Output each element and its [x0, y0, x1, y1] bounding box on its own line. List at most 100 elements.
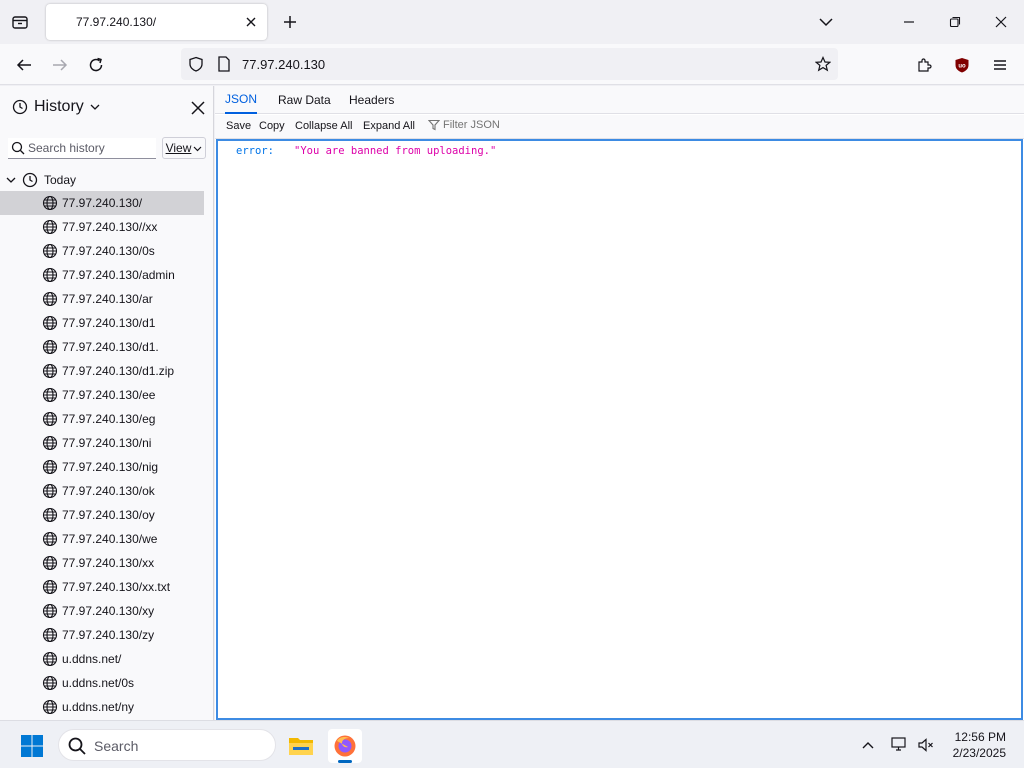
globe-icon: [42, 555, 58, 571]
globe-icon: [42, 651, 58, 667]
search-input[interactable]: [28, 140, 152, 156]
history-item[interactable]: u.ddns.net/: [0, 647, 204, 671]
filter-json[interactable]: [428, 119, 563, 131]
history-list: 77.97.240.130/77.97.240.130//xx 77.97.240…: [0, 191, 213, 719]
globe-icon: [42, 507, 58, 523]
globe-icon: [42, 411, 58, 427]
history-item[interactable]: 77.97.240.130/xx.txt: [0, 575, 204, 599]
save-button[interactable]: Save: [226, 120, 251, 132]
history-item[interactable]: 77.97.240.130/ee: [0, 383, 204, 407]
history-item[interactable]: 77.97.240.130/xx: [0, 551, 204, 575]
history-item[interactable]: 77.97.240.130/zy: [0, 623, 204, 647]
history-group-today[interactable]: Today: [6, 170, 76, 190]
tab-raw-data[interactable]: Raw Data: [278, 86, 331, 114]
history-item-label: 77.97.240.130/d1: [62, 316, 156, 330]
history-item[interactable]: 77.97.240.130/oy: [0, 503, 204, 527]
history-item-label: 77.97.240.130/eg: [62, 412, 156, 426]
json-toolbar: Save Copy Collapse All Expand All: [215, 115, 1024, 139]
url-text[interactable]: 77.97.240.130: [242, 57, 325, 72]
chevron-down-icon: [193, 146, 202, 151]
globe-icon: [42, 603, 58, 619]
windows-start-icon[interactable]: [20, 734, 44, 758]
tab-headers[interactable]: Headers: [349, 86, 394, 114]
history-item-label: 77.97.240.130/nig: [62, 460, 159, 474]
json-viewer: JSON Raw Data Headers Save Copy Collapse…: [215, 86, 1024, 720]
view-button[interactable]: View: [162, 137, 206, 159]
plus-icon[interactable]: [280, 12, 300, 32]
globe-icon: [42, 219, 58, 235]
history-item[interactable]: 77.97.240.130/nig: [0, 455, 204, 479]
firefox-icon[interactable]: [328, 729, 362, 763]
history-item[interactable]: 77.97.240.130/admin: [0, 263, 204, 287]
history-item-label: 77.97.240.130/oy: [62, 508, 155, 522]
star-icon[interactable]: [814, 55, 832, 73]
reload-icon[interactable]: [84, 53, 108, 77]
chevron-down-icon[interactable]: [816, 12, 836, 32]
collapse-all-button[interactable]: Collapse All: [295, 120, 352, 132]
network-icon[interactable]: [890, 735, 910, 755]
minimize-button[interactable]: [897, 10, 921, 34]
history-item[interactable]: u.ddns.net/ny: [0, 695, 204, 719]
history-item[interactable]: 77.97.240.130/eg: [0, 407, 204, 431]
navigation-toolbar: 77.97.240.130 uo: [0, 44, 1024, 85]
sidebar-title: History: [34, 98, 84, 115]
filter-json-input[interactable]: [443, 119, 563, 131]
history-item[interactable]: 77.97.240.130/: [0, 191, 204, 215]
chevron-up-icon[interactable]: [858, 735, 878, 755]
taskbar-search[interactable]: Search: [58, 729, 276, 761]
json-row[interactable]: error: "You are banned from uploading.": [236, 145, 496, 157]
back-arrow-icon[interactable]: [12, 53, 36, 77]
history-item[interactable]: 77.97.240.130/xy: [0, 599, 204, 623]
page-icon[interactable]: [215, 55, 233, 73]
history-item-label: u.ddns.net/0s: [62, 676, 135, 690]
history-item[interactable]: 77.97.240.130/ar: [0, 287, 204, 311]
history-item[interactable]: u.ddns.net/0s: [0, 671, 204, 695]
sidebar-switcher[interactable]: History: [12, 98, 100, 116]
json-tree: error: "You are banned from uploading.": [216, 139, 1023, 720]
url-bar[interactable]: 77.97.240.130: [181, 48, 838, 80]
tab-json[interactable]: JSON: [225, 86, 258, 114]
history-item[interactable]: 77.97.240.130/d1: [0, 311, 204, 335]
restore-button[interactable]: [943, 10, 967, 34]
history-item[interactable]: 77.97.240.130/ok: [0, 479, 204, 503]
chevron-down-icon: [90, 104, 100, 110]
file-explorer-icon[interactable]: [284, 729, 318, 763]
history-item[interactable]: 77.97.240.130/d1.zip: [0, 359, 204, 383]
active-tab[interactable]: 77.97.240.130/: [46, 4, 267, 40]
window-close-button[interactable]: [989, 10, 1013, 34]
history-item[interactable]: 77.97.240.130/ni: [0, 431, 204, 455]
history-item-label: u.ddns.net/ny: [62, 700, 135, 714]
history-item-label: 77.97.240.130/ar: [62, 292, 153, 306]
system-clock[interactable]: 12:56 PM 2/23/2025: [944, 729, 1006, 761]
filter-icon: [428, 119, 440, 131]
puzzle-icon[interactable]: [912, 53, 936, 77]
tab-title: 77.97.240.130/: [76, 15, 157, 29]
close-icon[interactable]: [188, 98, 208, 118]
globe-icon: [42, 315, 58, 331]
view-label: View: [165, 141, 192, 155]
expand-all-button[interactable]: Expand All: [363, 120, 415, 132]
history-item[interactable]: 77.97.240.130/d1.: [0, 335, 204, 359]
tracking-protection-shield-icon[interactable]: [187, 55, 205, 73]
svg-text:uo: uo: [958, 64, 966, 70]
history-item-label: 77.97.240.130/ee: [62, 388, 156, 402]
copy-button[interactable]: Copy: [259, 120, 285, 132]
history-item[interactable]: 77.97.240.130/we: [0, 527, 204, 551]
clock-icon: [12, 99, 28, 115]
globe-icon: [42, 675, 58, 691]
history-item[interactable]: 77.97.240.130/0s: [0, 239, 204, 263]
globe-icon: [42, 483, 58, 499]
globe-icon: [42, 339, 58, 355]
search-icon: [11, 141, 25, 155]
close-icon[interactable]: [243, 14, 259, 30]
ublock-origin-icon[interactable]: uo: [950, 53, 974, 77]
forward-arrow-icon[interactable]: [48, 53, 72, 77]
history-item[interactable]: 77.97.240.130//xx: [0, 215, 204, 239]
hamburger-menu-icon[interactable]: [988, 53, 1012, 77]
history-item-label: 77.97.240.130/we: [62, 532, 158, 546]
history-search[interactable]: [8, 138, 156, 159]
history-item-label: 77.97.240.130/admin: [62, 268, 175, 282]
history-item-label: 77.97.240.130/ok: [62, 484, 155, 498]
tab-list-icon[interactable]: [8, 10, 32, 34]
volume-muted-icon[interactable]: [916, 735, 936, 755]
